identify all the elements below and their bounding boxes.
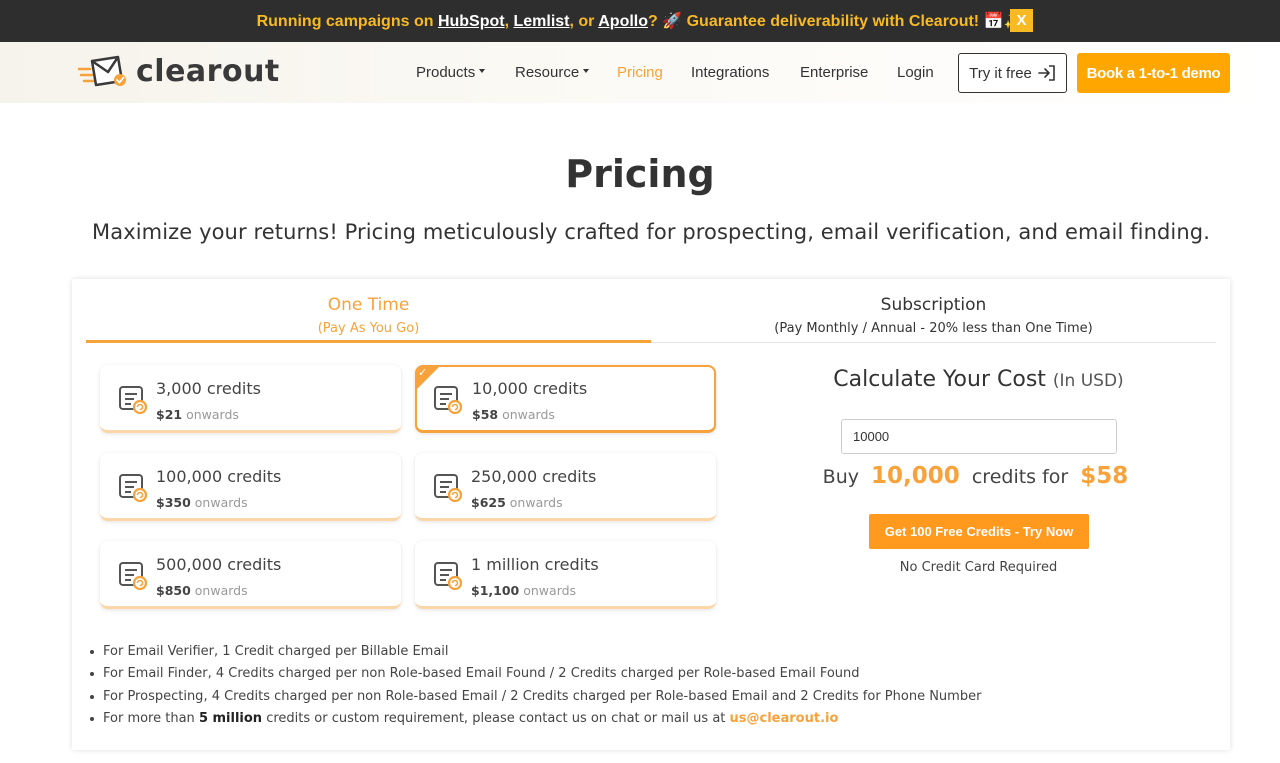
tab-title: Subscription [880, 295, 987, 315]
try-it-free-button[interactable]: Try it free [958, 53, 1067, 93]
tab-subtitle: (Pay Monthly / Annual - 20% less than On… [774, 321, 1093, 336]
plan-credits: 500,000 credits [156, 555, 282, 574]
plan-price-amount: $1,100 [471, 583, 520, 598]
apollo-link[interactable]: Apollo [598, 13, 648, 30]
note-prefix: For more than [103, 710, 199, 726]
calculator-result: Buy 10,000 credits for $58 [720, 463, 1237, 489]
plan-card-1-million[interactable]: 1 million credits $1,100 onwards [415, 541, 716, 609]
note-middle: credits or custom requirement, please co… [262, 710, 730, 726]
sign-in-icon [1038, 65, 1055, 81]
credits-for-label: credits for [971, 466, 1069, 488]
top-nav: clearout Products Resource Pricing Integ… [0, 42, 1280, 103]
total-cost: $58 [1080, 463, 1129, 489]
tab-subtitle: (Pay As You Go) [317, 321, 420, 336]
plan-price-onwards: onwards [502, 407, 555, 422]
contact-email-link[interactable]: us@clearout.io [730, 711, 839, 726]
credits-input[interactable] [841, 419, 1117, 454]
credits-document-icon [434, 474, 463, 503]
caret-down-icon [479, 69, 486, 74]
credit-note: For Email Verifier, 1 Credit charged per… [89, 641, 981, 663]
nav-item-login[interactable]: Login [897, 64, 934, 81]
nav-item-integrations[interactable]: Integrations [691, 64, 769, 81]
page-title: Pricing [565, 152, 715, 196]
plan-price-onwards: onwards [194, 583, 248, 598]
credit-note: For Email Finder, 4 Credits charged per … [89, 663, 981, 685]
nav-item-products[interactable]: Products [416, 64, 486, 81]
plan-price-onwards: onwards [523, 583, 577, 598]
calculator-title: Calculate Your Cost (In USD) [720, 367, 1237, 392]
lemlist-link[interactable]: Lemlist [513, 13, 569, 30]
credits-document-icon [434, 562, 463, 591]
plan-credits: 250,000 credits [471, 467, 597, 486]
credit-note-contact: For more than 5 million credits or custo… [89, 708, 981, 730]
plan-credits: 1 million credits [471, 555, 599, 574]
nav-item-enterprise[interactable]: Enterprise [800, 64, 868, 81]
credits-document-icon [434, 386, 463, 415]
plan-price-onwards: onwards [186, 407, 239, 422]
plan-card-500000[interactable]: 500,000 credits $850 onwards [100, 541, 401, 609]
caret-down-icon [583, 69, 590, 74]
nav-item-label: Products [416, 64, 476, 81]
announcement-sep: , or [569, 13, 599, 30]
plan-card-3000[interactable]: 3,000 credits $21 onwards [100, 365, 401, 433]
credits-document-icon [119, 474, 148, 503]
plan-price: $850 onwards [156, 583, 248, 598]
try-it-free-label: Try it free [969, 64, 1032, 82]
announcement-close-button[interactable]: X [1010, 9, 1033, 32]
credits-amount: 10,000 [871, 463, 960, 489]
plan-price: $58 onwards [472, 407, 555, 422]
hubspot-link[interactable]: HubSpot [438, 13, 505, 30]
book-demo-button[interactable]: Book a 1-to-1 demo [1077, 53, 1230, 93]
plan-card-250000[interactable]: 250,000 credits $625 onwards [415, 453, 716, 521]
page-subtitle: Maximize your returns! Pricing meticulou… [92, 220, 1210, 244]
get-free-credits-button[interactable]: Get 100 Free Credits - Try Now [869, 514, 1089, 549]
plan-credits: 100,000 credits [156, 467, 282, 486]
tab-subscription[interactable]: Subscription (Pay Monthly / Annual - 20%… [651, 279, 1216, 343]
plan-price-amount: $21 [156, 407, 183, 422]
tab-title: One Time [327, 295, 410, 315]
pricing-card: One Time (Pay As You Go) Subscription (P… [72, 279, 1230, 750]
plan-card-100000[interactable]: 100,000 credits $350 onwards [100, 453, 401, 521]
plan-price: $21 onwards [156, 407, 239, 422]
announcement-prefix: Running campaigns on [256, 13, 438, 30]
checkmark-icon: ✓ [418, 366, 428, 379]
credits-document-icon [119, 386, 148, 415]
plan-card-10000[interactable]: ✓ 10,000 credits $58 onwards [415, 365, 716, 433]
plan-price-onwards: onwards [509, 495, 563, 510]
plan-price-amount: $625 [471, 495, 506, 510]
announcement-text: Running campaigns on HubSpot, Lemlist, o… [257, 11, 1024, 31]
plan-price: $350 onwards [156, 495, 248, 510]
note-bold: 5 million [198, 710, 263, 726]
plan-price-amount: $350 [156, 495, 191, 510]
plan-credits: 3,000 credits [156, 379, 261, 398]
plan-price: $625 onwards [471, 495, 563, 510]
nav-item-pricing[interactable]: Pricing [617, 64, 663, 81]
no-credit-card-note: No Credit Card Required [899, 560, 1058, 575]
credit-notes-list: For Email Verifier, 1 Credit charged per… [89, 641, 981, 730]
nav-item-label: Resource [515, 64, 580, 81]
calculator-unit: (In USD) [1052, 371, 1124, 391]
announcement-suffix: ? 🚀 Guarantee deliverability with Clearo… [648, 13, 1024, 30]
plan-price-amount: $58 [472, 407, 499, 422]
calculator-title-text: Calculate Your Cost [833, 367, 1046, 392]
nav-item-resource[interactable]: Resource [515, 64, 590, 81]
plan-price-onwards: onwards [194, 495, 248, 510]
credits-document-icon [119, 562, 148, 591]
plan-credits: 10,000 credits [472, 379, 588, 398]
plan-price: $1,100 onwards [471, 583, 576, 598]
plan-price-amount: $850 [156, 583, 191, 598]
announcement-bar: Running campaigns on HubSpot, Lemlist, o… [0, 0, 1280, 42]
tab-one-time[interactable]: One Time (Pay As You Go) [86, 279, 651, 343]
buy-label: Buy [822, 466, 859, 488]
credit-note: For Prospecting, 4 Credits charged per n… [89, 686, 981, 708]
